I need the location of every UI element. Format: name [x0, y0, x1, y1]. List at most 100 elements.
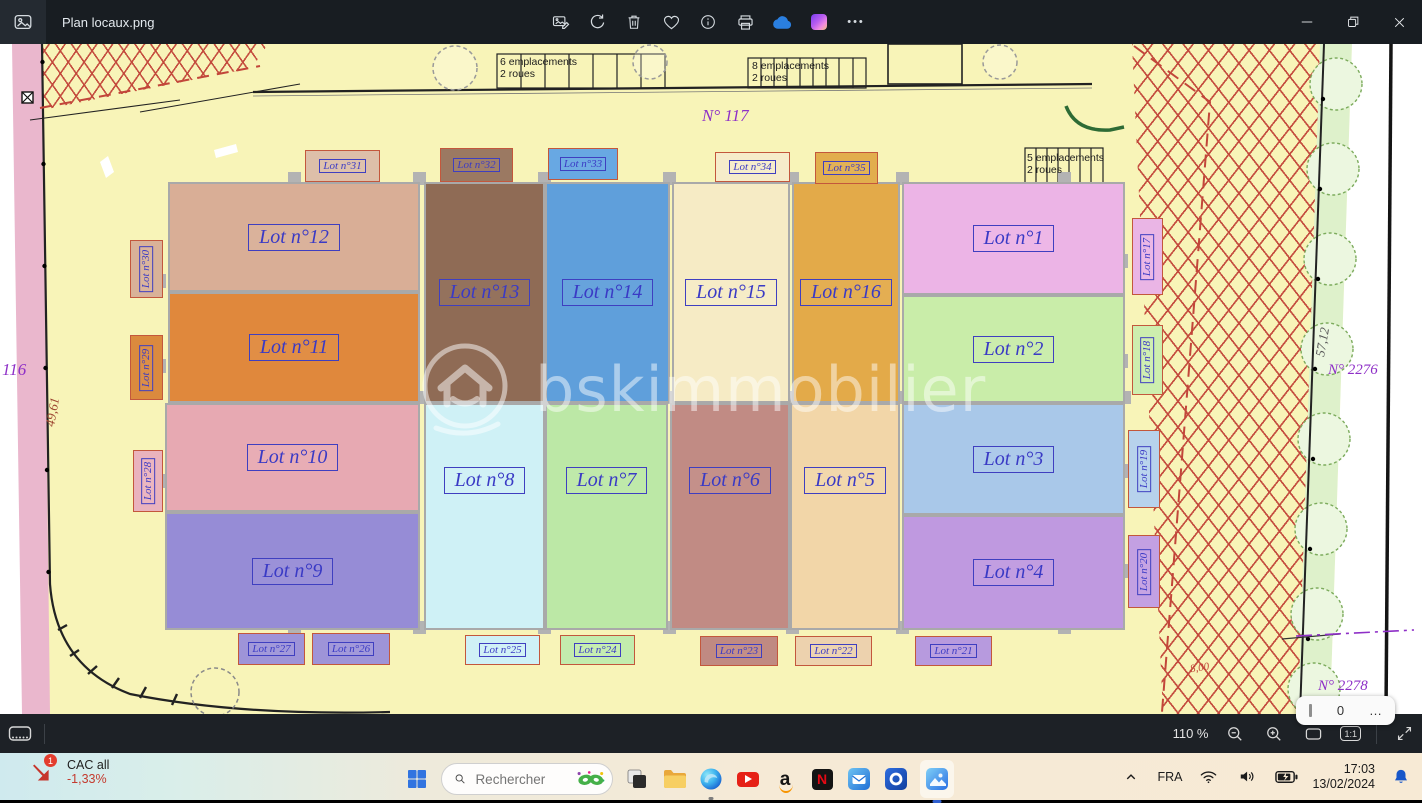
notifications-button[interactable]: [1388, 761, 1414, 793]
mail-button[interactable]: [846, 763, 872, 795]
onedrive-cloud-icon: [771, 11, 794, 34]
widget-change: -1,33%: [67, 772, 109, 786]
rotate-button[interactable]: [585, 8, 609, 36]
lot-3: Lot n°3: [902, 403, 1125, 515]
app-icon-tile[interactable]: [0, 0, 46, 44]
search-icon: [454, 771, 466, 787]
edit-image-button[interactable]: [548, 8, 572, 36]
photo-canvas[interactable]: Lot n°12 Lot n°11 Lot n°10 Lot n°9 Lot n…: [0, 44, 1422, 714]
filmstrip-icon: [8, 723, 32, 745]
right-margin: [1134, 44, 1422, 714]
search-box[interactable]: [441, 763, 613, 795]
lot-24: Lot n°24: [560, 635, 635, 665]
system-tray: FRA 17:03 13/02/2024: [1118, 753, 1414, 800]
mail-icon: [848, 768, 870, 790]
parking2-line1: 8 emplacements: [752, 60, 829, 72]
photos-app-button[interactable]: [920, 760, 954, 798]
restore-icon: [1344, 13, 1362, 31]
start-button[interactable]: [404, 763, 430, 795]
lot-11-label: Lot n°11: [249, 334, 339, 361]
lot-5: Lot n°5: [790, 403, 900, 630]
favorite-button[interactable]: [659, 8, 683, 36]
lot-9: Lot n°9: [165, 512, 420, 630]
print-button[interactable]: [733, 8, 757, 36]
wifi-button[interactable]: [1195, 761, 1221, 793]
youtube-icon: [737, 772, 759, 787]
window-controls: [1284, 0, 1422, 44]
lot-6: Lot n°6: [670, 403, 790, 630]
file-explorer-button[interactable]: [661, 763, 687, 795]
opera-button[interactable]: [883, 763, 909, 795]
lot-6-label: Lot n°6: [689, 467, 771, 494]
lot-12: Lot n°12: [168, 182, 420, 292]
more-options-button[interactable]: •••: [844, 8, 868, 36]
lot-10: Lot n°10: [165, 403, 420, 512]
fullscreen-button[interactable]: [1392, 720, 1416, 748]
lot-3-label: Lot n°3: [973, 446, 1055, 473]
netflix-icon: N: [812, 769, 833, 790]
lot-25-label: Lot n°25: [479, 643, 525, 657]
designer-gallery-icon: [811, 14, 827, 30]
lot-28: Lot n°28: [133, 450, 163, 512]
lot-2-label: Lot n°2: [973, 336, 1055, 363]
lot-32-label: Lot n°32: [453, 158, 499, 172]
amazon-icon: a: [780, 770, 791, 789]
lot-22: Lot n°22: [795, 636, 872, 666]
opera-icon: [885, 768, 907, 790]
lot-33: Lot n°33: [548, 148, 618, 180]
lot-26-label: Lot n°26: [328, 642, 374, 656]
annotation-overlay[interactable]: 0 …: [1296, 696, 1395, 725]
lot-34-label: Lot n°34: [729, 160, 775, 174]
search-input[interactable]: [473, 771, 569, 788]
chevron-up-icon: [1122, 768, 1140, 786]
lot-2: Lot n°2: [902, 295, 1125, 403]
edge-icon: [700, 768, 722, 790]
lot-7: Lot n°7: [545, 403, 668, 630]
heart-icon: [661, 12, 682, 33]
photos-app-icon: [12, 11, 34, 33]
actual-size-button[interactable]: 1:1: [1340, 726, 1361, 741]
street-number-top: N° 117: [702, 106, 749, 126]
trash-icon: [624, 12, 644, 32]
lot-17-label: Lot n°17: [1141, 233, 1155, 279]
info-button[interactable]: [696, 8, 720, 36]
clock[interactable]: 17:03 13/02/2024: [1312, 762, 1375, 792]
lot-27-label: Lot n°27: [248, 642, 294, 656]
battery-charging-icon: [1275, 768, 1298, 785]
lot-27: Lot n°27: [238, 633, 305, 665]
designer-button[interactable]: [807, 8, 831, 36]
delete-button[interactable]: [622, 8, 646, 36]
overlay-more-icon[interactable]: …: [1369, 703, 1382, 718]
lot-26: Lot n°26: [312, 633, 390, 665]
widgets-button[interactable]: 1 CAC all -1,33%: [30, 758, 109, 787]
minimize-button[interactable]: [1284, 0, 1330, 44]
language-indicator[interactable]: FRA: [1157, 770, 1182, 784]
edge-button[interactable]: [698, 763, 724, 795]
parking2-line2: 2 roues: [752, 72, 829, 84]
tray-chevron-button[interactable]: [1118, 761, 1144, 793]
task-view-icon: [626, 768, 648, 790]
onedrive-button[interactable]: [770, 8, 794, 36]
printer-icon: [735, 12, 756, 33]
zoom-out-button[interactable]: [1223, 720, 1247, 748]
windows-logo-icon: [407, 769, 427, 789]
carnival-mask-icon: [576, 768, 606, 790]
youtube-button[interactable]: [735, 763, 761, 795]
lot-14-label: Lot n°14: [562, 279, 654, 306]
netflix-button[interactable]: N: [809, 763, 835, 795]
parking-label-2: 8 emplacements 2 roues: [752, 60, 829, 84]
amazon-button[interactable]: a: [772, 763, 798, 795]
battery-button[interactable]: [1273, 761, 1299, 793]
edit-image-icon: [550, 12, 571, 33]
zoom-in-button[interactable]: [1262, 720, 1286, 748]
lot-13: Lot n°13: [424, 182, 545, 403]
cursor-bar-icon: [1309, 704, 1312, 717]
volume-button[interactable]: [1234, 761, 1260, 793]
close-button[interactable]: [1376, 0, 1422, 44]
lot-20-label: Lot n°20: [1137, 548, 1151, 594]
restore-button[interactable]: [1330, 0, 1376, 44]
window-title: Plan locaux.png: [62, 15, 155, 30]
filmstrip-toggle-button[interactable]: [8, 720, 32, 748]
task-view-button[interactable]: [624, 763, 650, 795]
toolbar-separator: [44, 724, 45, 744]
